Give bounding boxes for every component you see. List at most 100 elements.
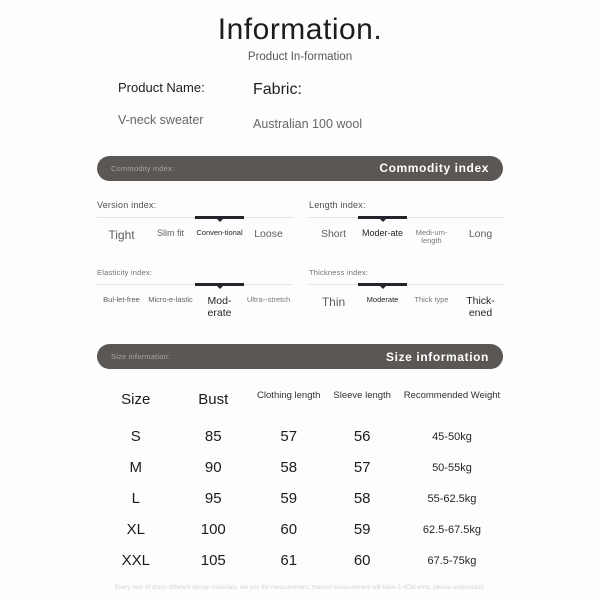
version-index-segment-0[interactable] — [97, 216, 146, 218]
header-size: Size — [121, 391, 151, 409]
cell-clothing-length: 60 — [280, 521, 298, 539]
cell-sleeve-length: 56 — [353, 428, 371, 446]
elasticity-index-labels: Bul-let-free Micro-e-lastic Mod-erate Ul… — [97, 295, 293, 319]
header-bust: Bust — [198, 391, 229, 409]
cell-clothing-length: 59 — [280, 490, 298, 508]
length-index-title: Length index: — [309, 199, 366, 210]
thickness-index-label-0[interactable]: Thin — [309, 296, 358, 319]
size-banner-right-label: Size information — [386, 349, 489, 364]
cell-sleeve-length: 58 — [353, 490, 371, 508]
thickness-index-label-1[interactable]: Moderate — [358, 296, 407, 319]
product-name-block: Product Name: V-neck sweater — [0, 80, 230, 132]
product-info-section: Product Name: V-neck sweater Fabric: Aus… — [0, 80, 600, 132]
thickness-index-block: Thickness index: Thin Moderate Thick typ… — [309, 268, 505, 319]
cell-size: S — [130, 428, 141, 446]
product-name-value: V-neck sweater — [118, 113, 204, 128]
thickness-index-title: Thickness index: — [309, 268, 369, 278]
version-index-title: Version index: — [97, 199, 157, 210]
product-name-label: Product Name: — [118, 79, 205, 95]
length-index-segment-0[interactable] — [309, 216, 358, 218]
cell-sleeve-length: 57 — [353, 459, 371, 477]
version-index-block: Version index: Tight Slim fit Conven-tio… — [97, 200, 293, 246]
cell-bust: 90 — [204, 459, 222, 477]
elasticity-index-label-1[interactable]: Micro-e-lastic — [146, 296, 195, 319]
thickness-index-labels: Thin Moderate Thick type Thick-ened — [309, 295, 505, 319]
cell-bust: 85 — [204, 428, 222, 446]
thickness-index-label-3[interactable]: Thick-ened — [456, 295, 505, 319]
table-row: XXL 105 61 60 67.5-75kg — [97, 545, 505, 576]
length-index-label-1[interactable]: Moder-ate — [358, 228, 407, 246]
header-sleeve-length: Sleeve length — [333, 390, 391, 402]
cell-recommended-weight: 50-55kg — [432, 461, 472, 474]
commodity-index-banner: Commodity index: Commodity index — [97, 155, 503, 181]
fabric-label: Fabric: — [253, 80, 302, 98]
length-index-segment-2[interactable] — [407, 216, 456, 218]
cell-bust: 100 — [200, 521, 226, 539]
index-row-1: Version index: Tight Slim fit Conven-tio… — [97, 200, 505, 246]
elasticity-index-label-0[interactable]: Bul-let-free — [97, 296, 146, 319]
size-banner-left-label: Size information: — [111, 352, 171, 362]
cell-recommended-weight: 55-62.5kg — [427, 492, 477, 505]
length-index-labels: Short Moder-ate Medi-um-length Long — [309, 228, 505, 246]
elasticity-index-segment-0[interactable] — [97, 284, 146, 286]
version-index-label-0[interactable]: Tight — [97, 228, 146, 242]
cell-bust: 105 — [200, 552, 226, 570]
cell-recommended-weight: 62.5-67.5kg — [422, 523, 481, 536]
header-recommended-weight: Recommended Weight — [403, 390, 501, 402]
elasticity-index-title: Elasticity index: — [97, 268, 153, 278]
length-index-label-2[interactable]: Medi-um-length — [407, 228, 456, 246]
index-row-2: Elasticity index: Bul-let-free Micro-e-l… — [97, 268, 505, 319]
thickness-index-label-2[interactable]: Thick type — [407, 296, 456, 319]
elasticity-index-segment-3[interactable] — [244, 284, 293, 286]
elasticity-index-block: Elasticity index: Bul-let-free Micro-e-l… — [97, 268, 293, 319]
version-index-label-3[interactable]: Loose — [244, 228, 293, 242]
table-row: M 90 58 57 50-55kg — [97, 452, 505, 483]
elasticity-index-label-3[interactable]: Ultra--stretch — [244, 296, 293, 319]
version-index-labels: Tight Slim fit Conven-tional Loose — [97, 228, 293, 242]
version-index-label-1[interactable]: Slim fit — [146, 228, 195, 242]
header-clothing-length: Clothing length — [257, 390, 321, 402]
page-title: Information. — [217, 13, 383, 46]
cell-sleeve-length: 60 — [353, 552, 371, 570]
commodity-banner-right-label: Commodity index — [379, 161, 489, 176]
version-index-segment-2-selected[interactable] — [195, 215, 244, 219]
cell-bust: 95 — [204, 490, 222, 508]
version-index-segment-3[interactable] — [244, 216, 293, 218]
elasticity-index-track[interactable] — [97, 283, 293, 287]
version-index-track[interactable] — [97, 215, 293, 220]
size-table: Size Bust Clothing length Sleeve length … — [97, 390, 505, 576]
fabric-value: Australian 100 wool — [253, 116, 363, 131]
cell-sleeve-length: 59 — [353, 521, 371, 539]
length-index-block: Length index: Short Moder-ate Medi-um-le… — [309, 200, 505, 246]
thickness-index-segment-3[interactable] — [456, 284, 505, 286]
cell-size: L — [131, 490, 140, 508]
length-index-label-0[interactable]: Short — [309, 228, 358, 246]
thickness-index-segment-2[interactable] — [407, 284, 456, 286]
length-index-segment-3[interactable] — [456, 216, 505, 218]
thickness-index-track[interactable] — [309, 283, 505, 287]
index-area: Version index: Tight Slim fit Conven-tio… — [0, 200, 600, 320]
length-index-segment-1-selected[interactable] — [358, 215, 407, 219]
length-index-track[interactable] — [309, 215, 505, 220]
elasticity-index-segment-1[interactable] — [146, 284, 195, 286]
cell-recommended-weight: 67.5-75kg — [427, 554, 477, 567]
footer-disclaimer: Every item of dress different design mat… — [114, 585, 486, 591]
elasticity-index-segment-2-selected[interactable] — [195, 283, 244, 287]
size-table-body: S 85 57 56 45-50kg M 90 58 57 50-55kg L … — [97, 421, 505, 576]
cell-size: XL — [126, 521, 145, 539]
size-information-banner: Size information: Size information — [97, 344, 503, 370]
table-row: S 85 57 56 45-50kg — [97, 421, 505, 452]
table-row: L 95 59 58 55-62.5kg — [97, 483, 505, 514]
thickness-index-segment-1-selected[interactable] — [358, 283, 407, 287]
cell-clothing-length: 57 — [280, 428, 298, 446]
product-information-page: Information. Product In-formation Produc… — [0, 0, 600, 600]
version-index-label-2[interactable]: Conven-tional — [195, 228, 244, 242]
cell-clothing-length: 58 — [280, 459, 298, 477]
version-index-segment-1[interactable] — [146, 216, 195, 218]
elasticity-index-label-2[interactable]: Mod-erate — [195, 295, 244, 319]
fabric-block: Fabric: Australian 100 wool — [230, 80, 600, 132]
table-header-row: Size Bust Clothing length Sleeve length … — [97, 390, 505, 421]
thickness-index-segment-0[interactable] — [309, 284, 358, 286]
length-index-label-3[interactable]: Long — [456, 228, 505, 246]
cell-size: XXL — [121, 552, 150, 570]
